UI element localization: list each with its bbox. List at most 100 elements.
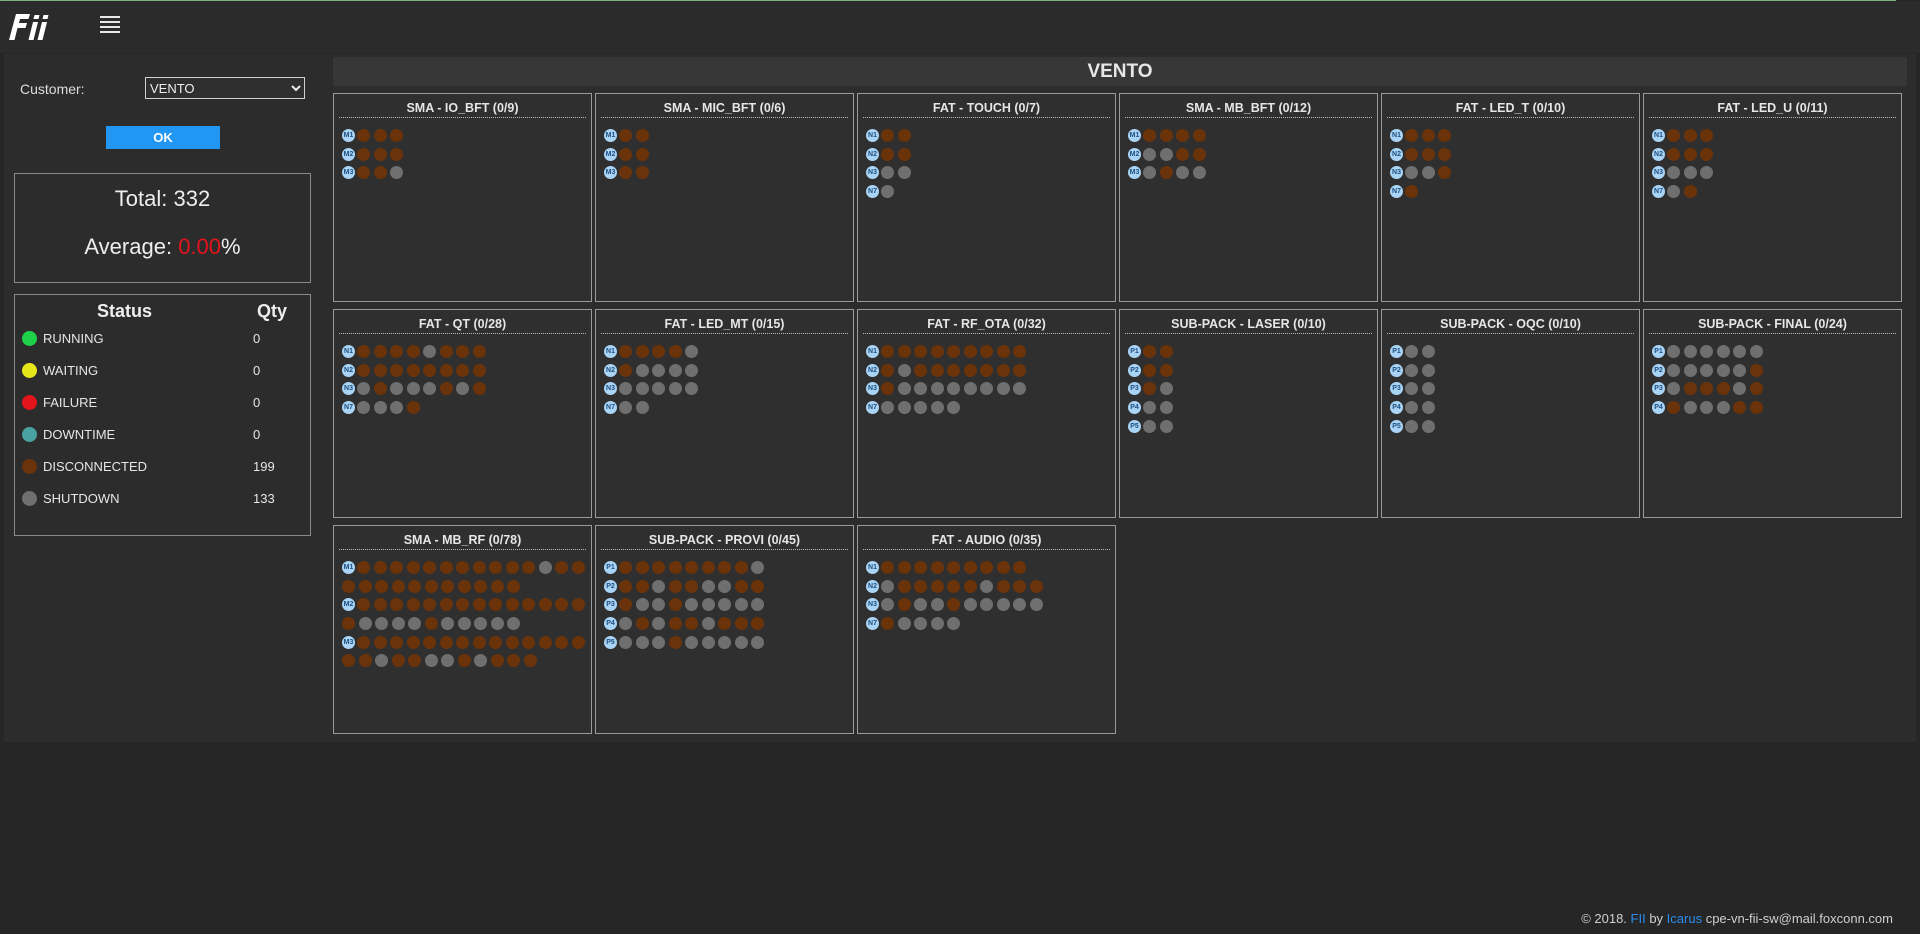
- machine-shutdown-dot[interactable]: [1405, 382, 1418, 396]
- machine-disconnected-dot[interactable]: [406, 635, 420, 649]
- machine-disconnected-dot[interactable]: [668, 560, 682, 574]
- machine-disconnected-dot[interactable]: [881, 363, 894, 377]
- machine-shutdown-dot[interactable]: [423, 344, 436, 358]
- machine-disconnected-dot[interactable]: [472, 635, 486, 649]
- machine-disconnected-dot[interactable]: [489, 598, 502, 612]
- machine-disconnected-dot[interactable]: [652, 560, 665, 574]
- machine-disconnected-dot[interactable]: [1683, 184, 1697, 198]
- machine-shutdown-dot[interactable]: [423, 382, 436, 396]
- machine-disconnected-dot[interactable]: [1192, 128, 1206, 142]
- machine-shutdown-dot[interactable]: [619, 616, 632, 630]
- machine-shutdown-dot[interactable]: [390, 400, 403, 414]
- machine-shutdown-dot[interactable]: [701, 635, 715, 649]
- machine-shutdown-dot[interactable]: [357, 400, 370, 414]
- station-panel[interactable]: SUB-PACK - LASER (0/10) P1 P2 P3 P4 P5: [1119, 309, 1378, 518]
- machine-disconnected-dot[interactable]: [342, 616, 355, 630]
- machine-disconnected-dot[interactable]: [980, 560, 993, 574]
- machine-shutdown-dot[interactable]: [751, 598, 764, 612]
- machine-disconnected-dot[interactable]: [881, 382, 894, 396]
- machine-shutdown-dot[interactable]: [897, 382, 911, 396]
- machine-disconnected-dot[interactable]: [1159, 128, 1173, 142]
- machine-disconnected-dot[interactable]: [897, 560, 911, 574]
- machine-shutdown-dot[interactable]: [538, 560, 552, 574]
- station-panel[interactable]: SMA - IO_BFT (0/9) M1 M2 M3: [333, 93, 592, 302]
- machine-disconnected-dot[interactable]: [390, 344, 403, 358]
- machine-disconnected-dot[interactable]: [1438, 147, 1451, 161]
- machine-shutdown-dot[interactable]: [1421, 419, 1435, 433]
- machine-shutdown-dot[interactable]: [357, 382, 370, 396]
- machine-disconnected-dot[interactable]: [963, 363, 977, 377]
- machine-shutdown-dot[interactable]: [914, 400, 927, 414]
- machine-shutdown-dot[interactable]: [930, 616, 944, 630]
- machine-shutdown-dot[interactable]: [619, 400, 632, 414]
- machine-shutdown-dot[interactable]: [881, 184, 894, 198]
- machine-shutdown-dot[interactable]: [474, 654, 487, 668]
- machine-disconnected-dot[interactable]: [507, 654, 520, 668]
- machine-shutdown-dot[interactable]: [897, 400, 911, 414]
- customer-select[interactable]: VENTO: [145, 77, 305, 99]
- machine-shutdown-dot[interactable]: [1143, 166, 1156, 180]
- machine-shutdown-dot[interactable]: [652, 598, 665, 612]
- machine-shutdown-dot[interactable]: [881, 400, 894, 414]
- machine-disconnected-dot[interactable]: [1029, 579, 1043, 593]
- machine-shutdown-dot[interactable]: [718, 579, 731, 593]
- machine-disconnected-dot[interactable]: [373, 363, 387, 377]
- machine-disconnected-dot[interactable]: [914, 579, 927, 593]
- machine-shutdown-dot[interactable]: [652, 635, 665, 649]
- machine-shutdown-dot[interactable]: [635, 400, 649, 414]
- machine-shutdown-dot[interactable]: [635, 382, 649, 396]
- machine-disconnected-dot[interactable]: [456, 598, 469, 612]
- machine-shutdown-dot[interactable]: [963, 382, 977, 396]
- machine-disconnected-dot[interactable]: [897, 344, 911, 358]
- machine-disconnected-dot[interactable]: [1716, 382, 1730, 396]
- machine-disconnected-dot[interactable]: [635, 128, 649, 142]
- machine-shutdown-dot[interactable]: [1013, 382, 1026, 396]
- machine-disconnected-dot[interactable]: [571, 635, 585, 649]
- machine-shutdown-dot[interactable]: [1716, 363, 1730, 377]
- machine-disconnected-dot[interactable]: [996, 579, 1010, 593]
- machine-disconnected-dot[interactable]: [490, 654, 504, 668]
- machine-shutdown-dot[interactable]: [1192, 166, 1206, 180]
- machine-shutdown-dot[interactable]: [635, 635, 649, 649]
- machine-disconnected-dot[interactable]: [668, 635, 682, 649]
- machine-shutdown-dot[interactable]: [980, 382, 993, 396]
- machine-disconnected-dot[interactable]: [897, 128, 911, 142]
- machine-shutdown-dot[interactable]: [1159, 147, 1173, 161]
- machine-shutdown-dot[interactable]: [930, 382, 944, 396]
- machine-shutdown-dot[interactable]: [490, 616, 504, 630]
- machine-disconnected-dot[interactable]: [734, 616, 748, 630]
- machine-shutdown-dot[interactable]: [441, 654, 454, 668]
- machine-shutdown-dot[interactable]: [1683, 344, 1697, 358]
- machine-shutdown-dot[interactable]: [1143, 400, 1156, 414]
- machine-disconnected-dot[interactable]: [1683, 128, 1697, 142]
- machine-disconnected-dot[interactable]: [1159, 166, 1173, 180]
- machine-disconnected-dot[interactable]: [635, 147, 649, 161]
- machine-disconnected-dot[interactable]: [472, 363, 486, 377]
- machine-disconnected-dot[interactable]: [456, 560, 469, 574]
- machine-disconnected-dot[interactable]: [373, 382, 387, 396]
- machine-disconnected-dot[interactable]: [373, 560, 387, 574]
- machine-disconnected-dot[interactable]: [980, 363, 993, 377]
- machine-shutdown-dot[interactable]: [619, 635, 632, 649]
- machine-shutdown-dot[interactable]: [1421, 400, 1435, 414]
- machine-disconnected-dot[interactable]: [1405, 184, 1418, 198]
- machine-disconnected-dot[interactable]: [357, 166, 370, 180]
- machine-shutdown-dot[interactable]: [718, 598, 731, 612]
- machine-shutdown-dot[interactable]: [947, 400, 960, 414]
- machine-disconnected-dot[interactable]: [685, 560, 698, 574]
- machine-shutdown-dot[interactable]: [930, 400, 944, 414]
- footer-company-link[interactable]: FII: [1631, 911, 1646, 926]
- machine-disconnected-dot[interactable]: [441, 579, 454, 593]
- machine-disconnected-dot[interactable]: [881, 128, 894, 142]
- machine-shutdown-dot[interactable]: [881, 166, 894, 180]
- machine-shutdown-dot[interactable]: [1683, 363, 1697, 377]
- machine-disconnected-dot[interactable]: [439, 560, 453, 574]
- machine-shutdown-dot[interactable]: [441, 616, 454, 630]
- machine-disconnected-dot[interactable]: [619, 560, 632, 574]
- machine-disconnected-dot[interactable]: [373, 635, 387, 649]
- station-panel[interactable]: FAT - LED_MT (0/15) N1 N2 N3 N7: [595, 309, 854, 518]
- machine-disconnected-dot[interactable]: [507, 579, 520, 593]
- machine-shutdown-dot[interactable]: [408, 616, 421, 630]
- machine-disconnected-dot[interactable]: [390, 560, 403, 574]
- machine-disconnected-dot[interactable]: [357, 560, 370, 574]
